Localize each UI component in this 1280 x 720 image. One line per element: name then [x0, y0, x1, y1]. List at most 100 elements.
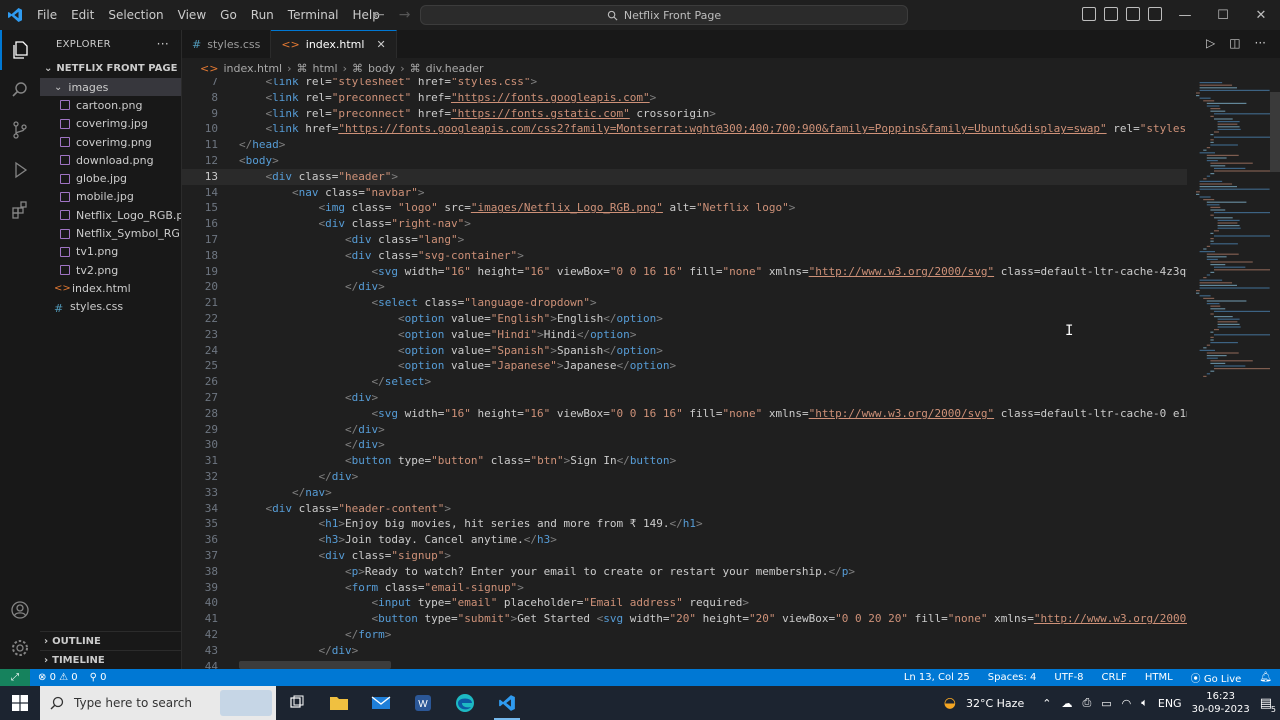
remote-icon[interactable]: ⤢: [0, 669, 30, 686]
file-item[interactable]: download.png: [40, 151, 181, 169]
code-line[interactable]: 26 </select>: [182, 374, 1187, 390]
word-icon[interactable]: W: [402, 686, 444, 720]
customize-layout-icon[interactable]: [1148, 7, 1162, 21]
file-item[interactable]: globe.jpg: [40, 169, 181, 187]
minimap[interactable]: [1194, 78, 1270, 408]
wifi-icon[interactable]: ◠: [1122, 697, 1132, 710]
maximize-button[interactable]: ☐: [1204, 0, 1242, 30]
code-line[interactable]: 35 <h1>Enjoy big movies, hit series and …: [182, 516, 1187, 532]
breadcrumb-item[interactable]: div.header: [426, 62, 484, 75]
code-line[interactable]: 18 <div class="svg-container">: [182, 248, 1187, 264]
file-item[interactable]: tv1.png: [40, 243, 181, 261]
code-line[interactable]: 8 <link rel="preconnect" href="https://f…: [182, 90, 1187, 106]
split-editor-icon[interactable]: ◫: [1229, 36, 1240, 50]
code-line[interactable]: 32 </div>: [182, 469, 1187, 485]
file-item[interactable]: mobile.jpg: [40, 188, 181, 206]
file-item[interactable]: coverimg.jpg: [40, 115, 181, 133]
code-line[interactable]: 34 <div class="header-content">: [182, 501, 1187, 517]
indentation[interactable]: Spaces: 4: [988, 672, 1037, 683]
file-explorer-icon[interactable]: [318, 686, 360, 720]
file-item[interactable]: Netflix_Logo_RGB.png: [40, 206, 181, 224]
horizontal-scrollbar[interactable]: [239, 661, 391, 669]
menu-item-run[interactable]: Run: [244, 0, 281, 30]
minimize-button[interactable]: —: [1166, 0, 1204, 30]
taskbar-search-box[interactable]: Type here to search: [40, 686, 276, 720]
vertical-scrollbar[interactable]: [1270, 92, 1280, 172]
code-line[interactable]: 13 <div class="header">: [182, 168, 1187, 185]
code-line[interactable]: 23 <option value="Hindi">Hindi</option>: [182, 327, 1187, 343]
printer-icon[interactable]: ⎙: [1082, 696, 1091, 710]
code-line[interactable]: 33 </nav>: [182, 485, 1187, 501]
code-line[interactable]: 28 <svg width="16" height="16" viewBox="…: [182, 406, 1187, 422]
explorer-icon[interactable]: [0, 30, 40, 70]
battery-icon[interactable]: ▭: [1101, 697, 1111, 710]
code-line[interactable]: 17 <div class="lang">: [182, 232, 1187, 248]
code-line[interactable]: 20 </div>: [182, 279, 1187, 295]
code-line[interactable]: 41 <button type="submit">Get Started <sv…: [182, 611, 1187, 627]
mail-icon[interactable]: [360, 686, 402, 720]
timeline-section[interactable]: › TIMELINE: [40, 650, 182, 669]
code-line[interactable]: 11 </head>: [182, 137, 1187, 153]
run-icon[interactable]: ▷: [1206, 36, 1215, 50]
code-line[interactable]: 43 </div>: [182, 643, 1187, 659]
search-icon[interactable]: [0, 70, 40, 110]
command-center[interactable]: Netflix Front Page: [420, 5, 908, 25]
file-item[interactable]: Netflix_Symbol_RGB...: [40, 224, 181, 242]
clock[interactable]: 16:23 30-09-2023: [1192, 690, 1250, 716]
breadcrumb-item[interactable]: html: [313, 62, 338, 75]
code-line[interactable]: 12 <body>: [182, 153, 1187, 169]
back-arrow-icon[interactable]: ←: [373, 7, 385, 23]
file-item[interactable]: tv2.png: [40, 261, 181, 279]
code-line[interactable]: 14 <nav class="navbar">: [182, 185, 1187, 201]
menu-item-selection[interactable]: Selection: [101, 0, 170, 30]
extensions-icon[interactable]: [0, 190, 40, 230]
menu-item-terminal[interactable]: Terminal: [281, 0, 346, 30]
source-control-icon[interactable]: [0, 110, 40, 150]
more-actions-icon[interactable]: ···: [157, 37, 169, 51]
menu-item-view[interactable]: View: [171, 0, 213, 30]
code-line[interactable]: 22 <option value="English">English</opti…: [182, 311, 1187, 327]
code-line[interactable]: 37 <div class="signup">: [182, 548, 1187, 564]
close-window-button[interactable]: ✕: [1242, 0, 1280, 30]
folder-images[interactable]: ⌄ images: [40, 78, 181, 97]
input-language[interactable]: ENG: [1158, 697, 1182, 710]
volume-icon[interactable]: 🔈︎: [1141, 696, 1148, 710]
code-line[interactable]: 38 <p>Ready to watch? Enter your email t…: [182, 564, 1187, 580]
menu-item-file[interactable]: File: [30, 0, 64, 30]
code-line[interactable]: 10 <link href="https://fonts.googleapis.…: [182, 121, 1187, 137]
notifications-bell-icon[interactable]: 🔔︎: [1259, 672, 1272, 683]
close-tab-icon[interactable]: ✕: [376, 38, 385, 51]
code-line[interactable]: 27 <div>: [182, 390, 1187, 406]
code-line[interactable]: 29 </div>: [182, 422, 1187, 438]
account-icon[interactable]: [0, 590, 40, 630]
code-editor[interactable]: 44 </div>43 </div>42 </form>41 <button t…: [182, 78, 1280, 669]
code-line[interactable]: 16 <div class="right-nav">: [182, 216, 1187, 232]
toggle-sidebar-icon[interactable]: [1082, 7, 1096, 21]
code-line[interactable]: 36 <h3>Join today. Cancel anytime.</h3>: [182, 532, 1187, 548]
file-item[interactable]: cartoon.png: [40, 96, 181, 114]
code-line[interactable]: 39 <form class="email-signup">: [182, 580, 1187, 596]
code-line[interactable]: 7 <link rel="stylesheet" href="styles.cs…: [182, 78, 1187, 90]
code-line[interactable]: 15 <img class= "logo" src="images/Netfli…: [182, 200, 1187, 216]
weather-label[interactable]: 32°C Haze: [966, 697, 1024, 710]
code-line[interactable]: 40 <input type="email" placeholder="Emai…: [182, 595, 1187, 611]
toggle-panel-icon[interactable]: [1104, 7, 1118, 21]
outline-section[interactable]: › OUTLINE: [40, 631, 182, 650]
chevron-up-icon[interactable]: ⌃: [1042, 697, 1051, 710]
cursor-position[interactable]: Ln 13, Col 25: [904, 672, 970, 683]
breadcrumb-item[interactable]: body: [368, 62, 395, 75]
breadcrumb-item[interactable]: index.html: [223, 62, 282, 75]
ports-status[interactable]: ⚲ 0: [90, 672, 107, 683]
tab-index-html[interactable]: <> index.html ✕: [271, 30, 397, 58]
tab-styles-css[interactable]: # styles.css: [182, 30, 272, 58]
task-view-icon[interactable]: [276, 686, 318, 720]
code-line[interactable]: 30 </div>: [182, 437, 1187, 453]
menu-item-edit[interactable]: Edit: [64, 0, 101, 30]
cloud-icon[interactable]: ☁: [1061, 697, 1072, 710]
code-line[interactable]: 31 <button type="button" class="btn">Sig…: [182, 453, 1187, 469]
file-item[interactable]: # styles.css: [40, 298, 181, 316]
notification-center-icon[interactable]: ▤ 5: [1260, 696, 1276, 714]
encoding[interactable]: UTF-8: [1054, 672, 1083, 683]
code-line[interactable]: 24 <option value="Spanish">Spanish</opti…: [182, 343, 1187, 359]
vscode-taskbar-icon[interactable]: [486, 686, 528, 720]
